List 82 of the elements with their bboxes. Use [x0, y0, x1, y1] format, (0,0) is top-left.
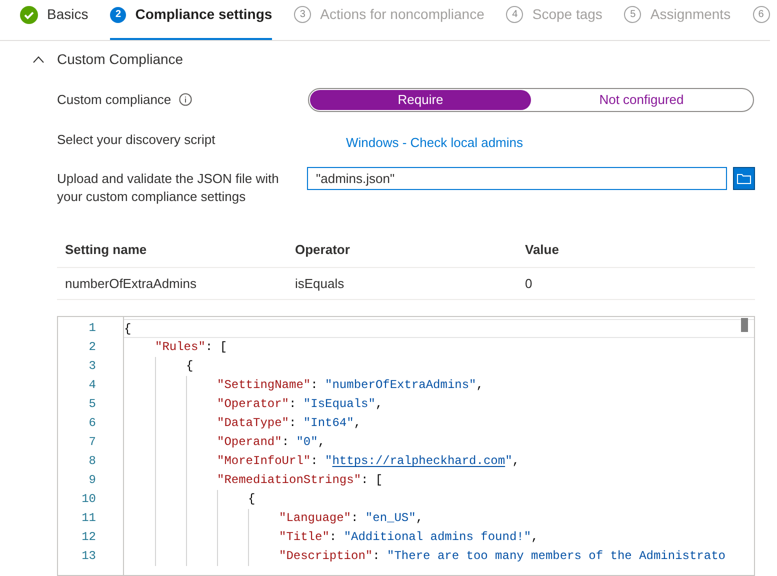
toggle-option[interactable]: Require: [310, 90, 531, 110]
code-token: "Operator": [217, 396, 290, 413]
code-token: "0": [296, 434, 318, 451]
code-token: "en_US": [365, 510, 416, 527]
step-number: 6: [752, 6, 770, 23]
wizard-step-tab[interactable]: 4 Scope tags: [506, 0, 602, 40]
table-cell-text: isEquals: [295, 274, 346, 293]
wizard-step-tab[interactable]: 3 Actions for noncompliance: [294, 0, 484, 40]
line-number: 4: [88, 377, 97, 394]
field-label: Custom compliance: [57, 90, 172, 109]
step-number: 4: [506, 6, 524, 23]
line-number: 10: [82, 491, 97, 508]
wizard-step-tab[interactable]: 2 Compliance settings: [110, 0, 272, 40]
code-token: "Additional admins found!": [344, 529, 532, 546]
code-token: {: [248, 491, 256, 508]
line-number: 6: [88, 415, 97, 432]
code-token: ,: [416, 510, 424, 527]
section-title: Custom Compliance: [57, 50, 184, 69]
line-number: 7: [88, 434, 97, 451]
browse-button[interactable]: [733, 167, 755, 190]
line-number: 2: [88, 339, 97, 356]
code-token: "Operand": [217, 434, 282, 451]
code-token: ": [325, 453, 332, 470]
code-token: :: [289, 415, 298, 432]
code-token: :: [310, 377, 319, 394]
code-token: :: [351, 510, 360, 527]
step-number: 3: [294, 6, 312, 23]
code-token: {: [124, 321, 132, 337]
code-link[interactable]: https://ralpheckhard.com: [332, 452, 506, 471]
column-header: Setting name: [65, 240, 148, 259]
code-token: ,: [318, 434, 326, 451]
field-label: Upload and validate the JSON file with your custom compliance settings: [57, 170, 280, 206]
line-number: 9: [88, 472, 97, 489]
step-number: 5: [624, 6, 642, 23]
code-editor[interactable]: [57, 316, 755, 576]
line-number: 13: [82, 548, 97, 565]
code-token: :: [329, 529, 338, 546]
code-token: : [: [205, 339, 228, 356]
line-number: 8: [88, 453, 97, 470]
code-token: ,: [476, 377, 484, 394]
code-token: ,: [531, 529, 538, 546]
code-token: "There are too many members of the Administrato: [387, 548, 726, 565]
wizard-step-tab[interactable]: Basics: [20, 0, 88, 40]
folder-icon: [737, 173, 751, 184]
code-token: "DataType": [217, 415, 290, 432]
step-number: 2: [110, 6, 126, 22]
check-circle-icon: [20, 6, 38, 24]
info-icon[interactable]: [179, 93, 192, 106]
column-header: Operator: [295, 240, 351, 259]
code-token: ,: [375, 396, 383, 413]
line-number: 5: [88, 396, 97, 413]
code-token: :: [289, 396, 298, 413]
code-token: :: [310, 453, 319, 470]
code-token: "Language": [279, 510, 352, 527]
line-number: 11: [82, 510, 97, 527]
code-token: "numberOfExtraAdmins": [325, 377, 476, 394]
code-token: ,: [512, 453, 520, 470]
code-token: "SettingName": [217, 377, 311, 394]
line-number: 3: [88, 358, 97, 375]
line-number: 12: [82, 529, 97, 546]
column-header: Value: [525, 240, 559, 259]
script-link[interactable]: Windows - Check local admins: [346, 132, 524, 152]
code-token: "Int64": [303, 415, 354, 432]
code-token: "Rules": [155, 339, 206, 356]
file-input[interactable]: "admins.json": [307, 167, 727, 190]
line-number: 1: [88, 320, 97, 337]
code-token: "IsEquals": [303, 396, 376, 413]
table-cell-text: numberOfExtraAdmins: [65, 274, 198, 293]
scrollbar-thumb[interactable]: [741, 318, 748, 332]
code-token: ": [505, 453, 512, 470]
table-cell-text: 0: [525, 274, 532, 293]
code-token: "MoreInfoUrl": [217, 453, 311, 470]
code-token: "RemediationStrings": [217, 472, 362, 489]
chevron-icon[interactable]: [33, 56, 44, 63]
code-token: {: [186, 358, 194, 375]
code-token: ,: [354, 415, 362, 432]
code-token: : [: [361, 472, 383, 489]
code-token: "Description": [279, 548, 373, 565]
code-token: :: [282, 434, 290, 451]
field-label: Select your discovery script: [57, 130, 216, 149]
code-token: :: [372, 548, 381, 565]
code-token: "Title": [279, 529, 330, 546]
